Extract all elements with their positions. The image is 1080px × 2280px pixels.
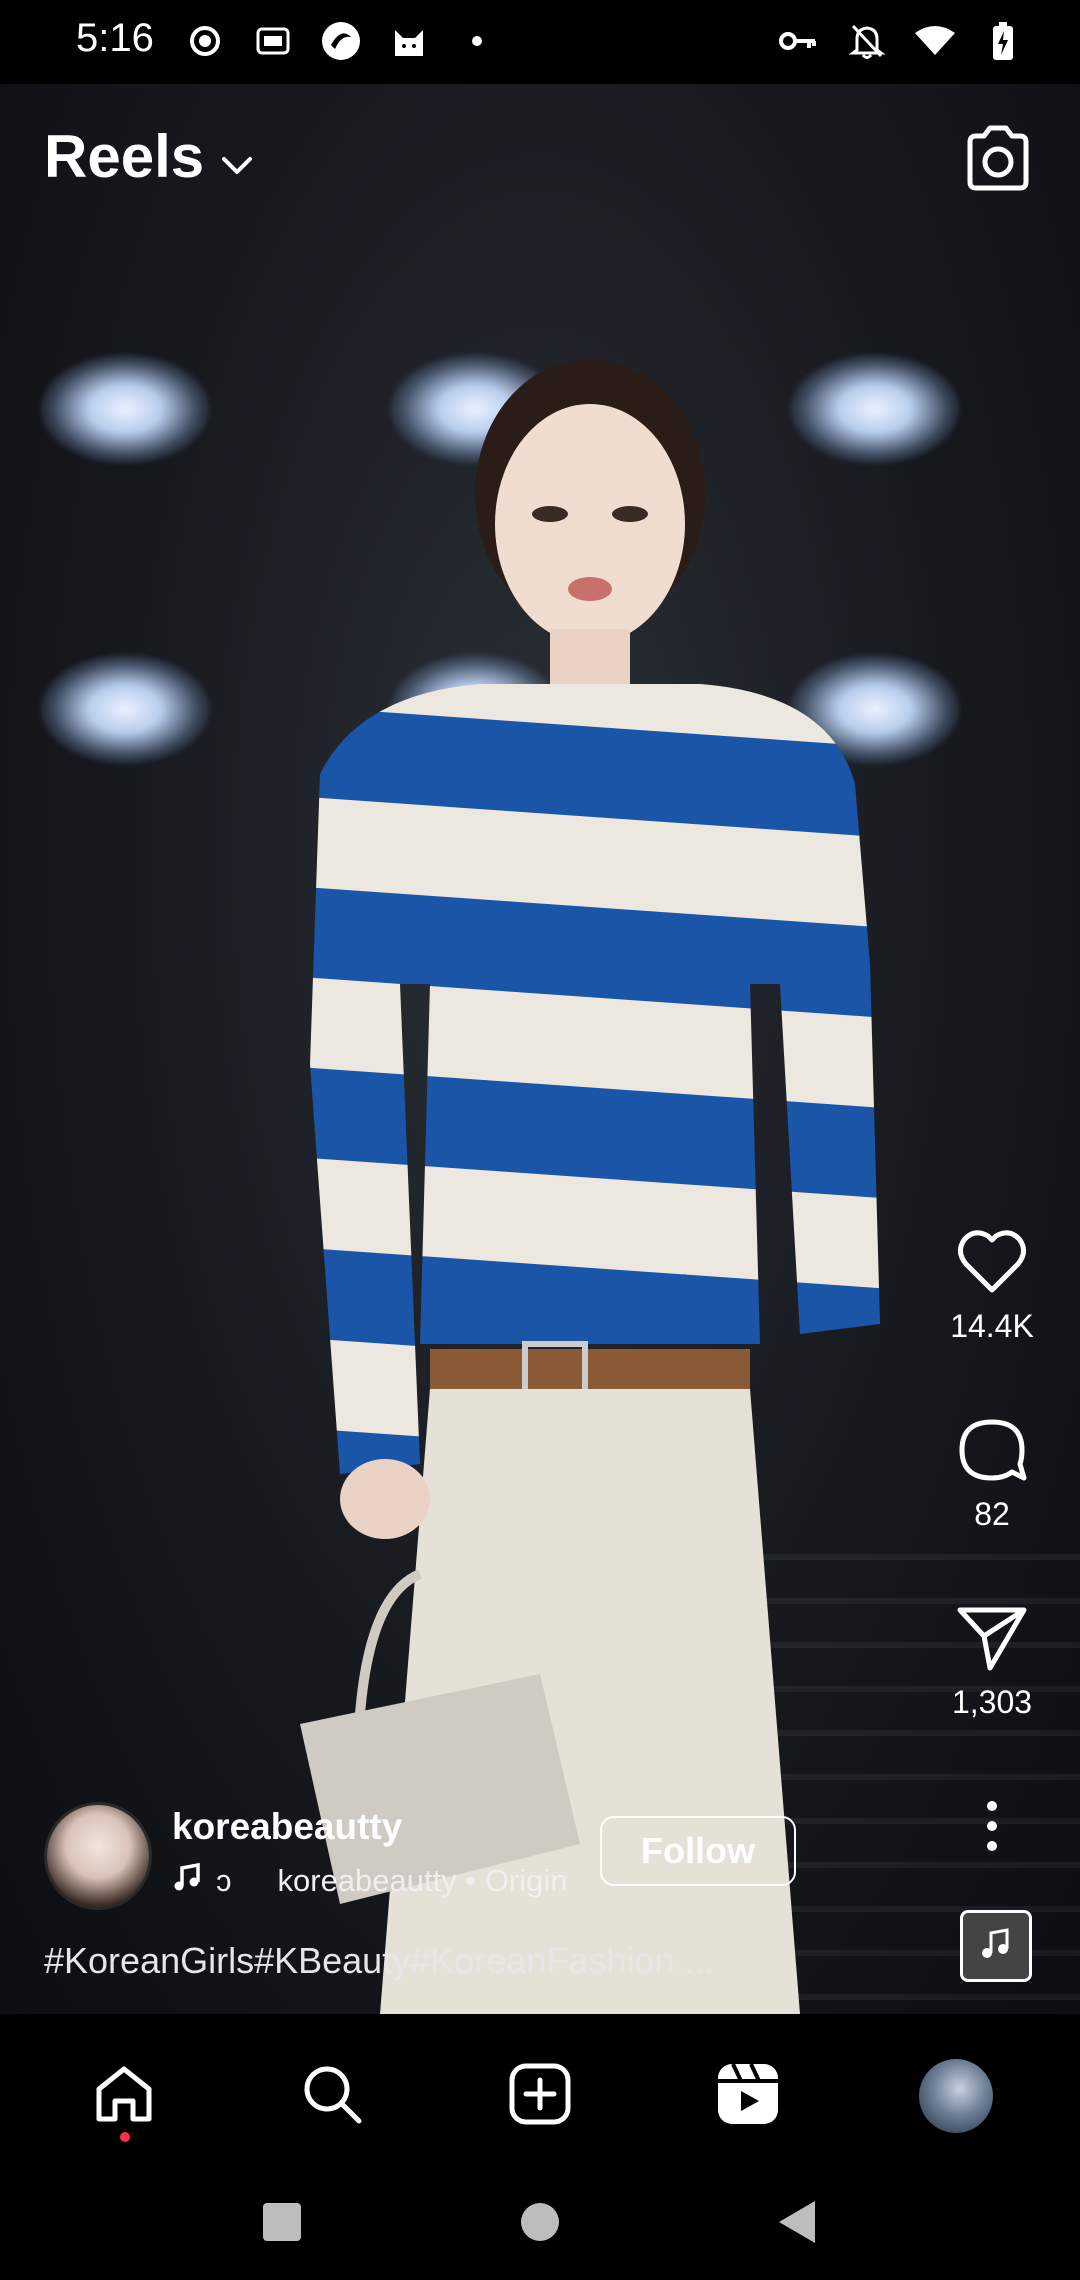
system-nav-bar [0,2168,1080,2280]
comment-count: 82 [974,1496,1010,1532]
nav-create[interactable] [490,2046,590,2146]
status-right-icons [778,20,1024,62]
iqiyi-icon [252,20,294,62]
post-caption[interactable]: #KoreanGirls#KBeauty#KoreanFashion ... [44,1940,714,1982]
notification-dot [120,2132,130,2142]
audio-text: koreabeautty • Origin [277,1863,568,1898]
dot-icon [456,20,498,62]
chevron-down-icon [220,122,254,191]
more-options-button[interactable] [934,1796,1050,1876]
camera-icon[interactable] [960,120,1036,196]
nav-home[interactable] [74,2046,174,2146]
nav-reels[interactable] [698,2046,798,2146]
status-bar: 5:16 [0,0,1080,84]
reels-header-dropdown[interactable]: Reels [44,122,254,191]
audio-thumbnail[interactable] [960,1910,1032,1982]
like-action[interactable]: 14.4K [934,1222,1050,1345]
comment-icon[interactable] [952,1410,1032,1490]
comment-action[interactable]: 82 [934,1410,1050,1533]
status-time: 5:16 [76,16,154,60]
send-icon[interactable] [952,1598,1032,1678]
profile-avatar [919,2059,993,2133]
like-count: 14.4K [950,1308,1034,1344]
status-left-icons [184,20,498,62]
wifi-icon [914,20,956,62]
page-title: Reels [44,123,205,190]
heart-icon[interactable] [952,1222,1032,1302]
follow-button[interactable]: Follow [600,1816,796,1886]
create-icon [508,2062,572,2131]
model-figure [300,359,880,2014]
nav-search[interactable] [282,2046,382,2146]
author-row: koreabeautty ɔ koreabeautty • Origin Fol… [44,1802,804,1910]
share-action[interactable]: 1,303 [934,1598,1050,1721]
home-button[interactable] [519,2201,561,2248]
cat-app-icon [388,20,430,62]
recents-button[interactable] [261,2201,303,2248]
reels-icon [715,2061,781,2132]
stage-light [40,654,210,764]
bell-muted-icon [846,20,888,62]
search-icon [299,2061,365,2132]
audio-attribution[interactable]: ɔ koreabeautty • Origin [172,1862,568,1900]
record-icon [184,20,226,62]
reel-video[interactable] [0,84,1080,2014]
author-username[interactable]: koreabeautty [172,1806,402,1848]
music-note-icon [172,1862,202,1900]
stage-light [40,354,210,464]
key-icon [778,20,820,62]
home-icon [91,2061,157,2132]
music-note-icon [979,1927,1013,1966]
audio-prefix: ɔ [216,1863,232,1898]
app-logo-icon [320,20,362,62]
more-vertical-icon[interactable] [952,1796,1032,1876]
nav-profile[interactable] [906,2046,1006,2146]
share-count: 1,303 [951,1684,1033,1720]
back-button[interactable] [777,2199,819,2250]
battery-charging-icon [982,20,1024,62]
bottom-nav [0,2024,1080,2168]
author-avatar[interactable] [44,1802,152,1910]
